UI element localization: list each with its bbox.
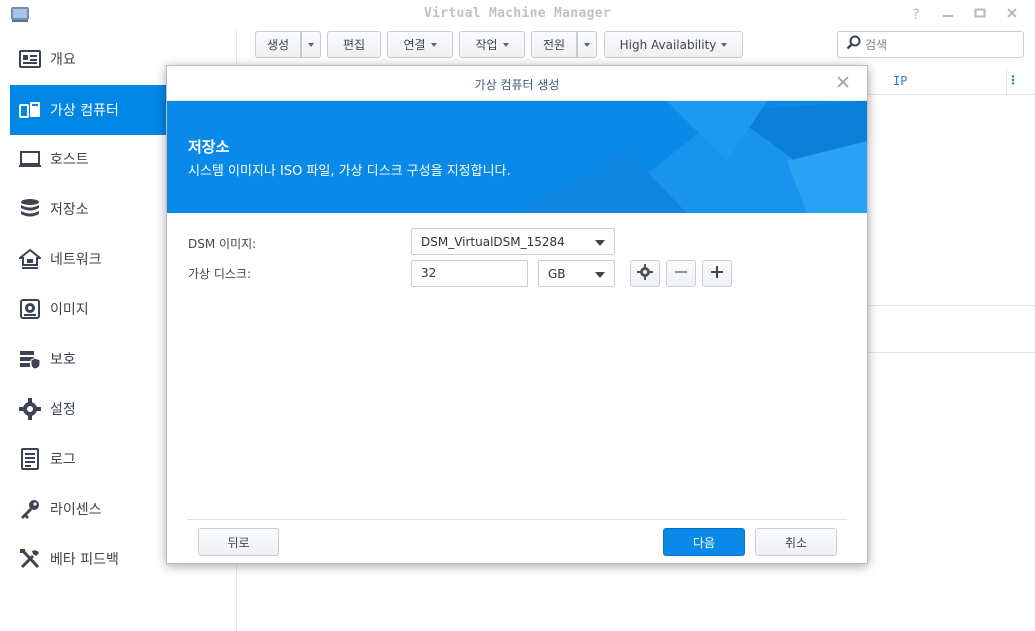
title-bar: Virtual Machine Manager ? [0, 0, 1035, 30]
virtual-disk-size-input[interactable]: 32 [411, 260, 528, 287]
minus-icon [674, 265, 688, 283]
sidebar-item-label: 보호 [50, 352, 76, 368]
sidebar-item-label: 네트워크 [50, 252, 102, 268]
dsm-image-value: DSM_VirtualDSM_15284 [421, 234, 565, 249]
sidebar-item-label: 개요 [50, 52, 76, 68]
license-icon [18, 497, 42, 521]
back-button[interactable]: 뒤로 [198, 528, 279, 556]
host-icon [18, 147, 42, 171]
chevron-down-icon [308, 42, 314, 47]
disk-settings-button[interactable] [630, 260, 660, 287]
sidebar-item-label: 설정 [50, 402, 76, 418]
sidebar-item-label: 호스트 [50, 152, 89, 168]
network-icon [18, 247, 42, 271]
column-header-ip[interactable]: IP [893, 74, 907, 88]
dialog-header: 가상 컴퓨터 생성 [167, 66, 867, 101]
chevron-down-icon [595, 240, 605, 246]
connect-button[interactable]: 연결 [387, 31, 453, 58]
sidebar-item-label: 로그 [50, 452, 76, 468]
log-icon [18, 447, 42, 471]
chevron-down-icon [584, 42, 590, 47]
sidebar-item-label: 라이센스 [50, 502, 102, 518]
settings-icon [18, 397, 42, 421]
gear-icon [637, 263, 653, 284]
chevron-down-icon [502, 42, 509, 47]
action-button[interactable]: 작업 [459, 31, 525, 58]
next-button[interactable]: 다음 [663, 528, 745, 556]
banner-title: 저장소 [188, 138, 230, 156]
chevron-down-icon [430, 42, 437, 47]
help-icon[interactable]: ? [905, 4, 927, 26]
power-dropdown-button[interactable] [577, 31, 597, 58]
vm-list-header: IP ⋮ [867, 68, 1035, 95]
dsm-image-select[interactable]: DSM_VirtualDSM_15284 [411, 228, 615, 255]
power-button[interactable]: 전원 [531, 31, 577, 58]
create-vm-dialog: 가상 컴퓨터 생성 저장소 시스템 이미지나 ISO 파일, 가상 디스크 구성… [166, 65, 868, 564]
plus-icon [710, 265, 724, 283]
edit-button[interactable]: 편집 [327, 31, 381, 58]
power-button-label: 전원 [542, 38, 566, 52]
dsm-image-label: DSM 이미지: [188, 237, 257, 251]
connect-button-label: 연결 [403, 38, 426, 52]
sidebar-item-label: 이미지 [50, 302, 89, 318]
protection-icon [18, 347, 42, 371]
next-button-label: 다음 [692, 535, 716, 550]
high-availability-label: High Availability [619, 37, 717, 52]
sidebar-item-label: 가상 컴퓨터 [50, 103, 119, 119]
banner-subtitle: 시스템 이미지나 ISO 파일, 가상 디스크 구성을 지정합니다. [188, 164, 511, 179]
virtual-disk-unit-select[interactable]: GB [538, 260, 615, 287]
cancel-button-label: 취소 [784, 535, 808, 550]
search-input[interactable]: 검색 [837, 31, 1024, 58]
edit-button-label: 편집 [342, 38, 366, 52]
action-button-label: 작업 [475, 38, 498, 52]
sidebar-item-label: 베타 피드백 [50, 552, 119, 568]
virtual-disk-unit-value: GB [548, 266, 566, 281]
column-menu-icon[interactable]: ⋮ [1007, 73, 1019, 87]
chevron-down-icon [721, 42, 728, 47]
create-dropdown-button[interactable] [301, 31, 321, 58]
panel-divider [867, 352, 1035, 353]
dialog-title: 가상 컴퓨터 생성 [474, 78, 560, 92]
panel-divider [867, 305, 1035, 306]
close-icon[interactable] [1001, 4, 1023, 26]
search-icon [846, 35, 861, 54]
remove-disk-button[interactable] [666, 260, 696, 287]
footer-divider [187, 519, 847, 520]
cancel-button[interactable]: 취소 [755, 528, 837, 556]
add-disk-button[interactable] [702, 260, 732, 287]
minimize-icon[interactable] [937, 4, 959, 26]
dialog-banner: 저장소 시스템 이미지나 ISO 파일, 가상 디스크 구성을 지정합니다. [167, 101, 867, 213]
create-button[interactable]: 생성 [255, 31, 301, 58]
image-icon [18, 297, 42, 321]
chevron-down-icon [595, 272, 605, 278]
feedback-icon [18, 547, 42, 571]
back-button-label: 뒤로 [227, 535, 250, 550]
create-button-label: 생성 [266, 38, 290, 52]
search-placeholder: 검색 [865, 38, 888, 52]
virtual-machine-icon [18, 98, 42, 122]
window-title: Virtual Machine Manager [424, 6, 611, 21]
overview-icon [18, 47, 42, 71]
dialog-close-icon[interactable] [833, 73, 853, 93]
storage-icon [18, 197, 42, 221]
maximize-icon[interactable] [969, 4, 991, 26]
sidebar-item-label: 저장소 [50, 202, 89, 218]
virtual-disk-label: 가상 디스크: [188, 267, 252, 281]
high-availability-button[interactable]: High Availability [604, 31, 743, 58]
banner-background [167, 101, 867, 213]
